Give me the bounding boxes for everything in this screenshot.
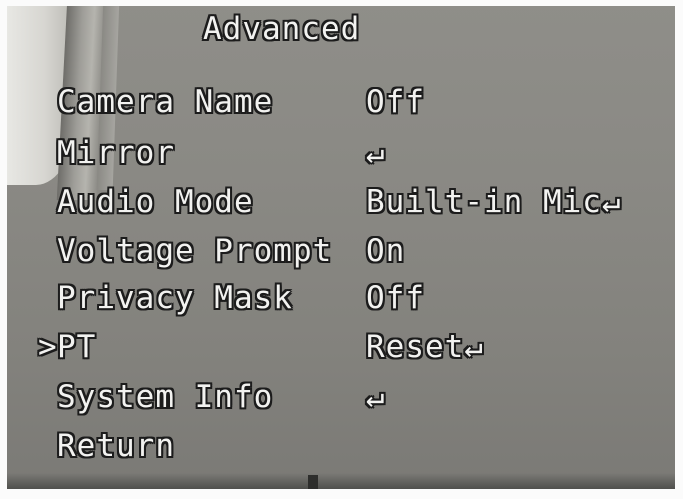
menu-item-system-info[interactable]: System Info ↵ xyxy=(0,380,683,420)
frame-border-right xyxy=(675,0,683,499)
camera-feed: Advanced Camera Name Off Mirror ↵ Audio … xyxy=(0,0,683,499)
menu-item-pt[interactable]: > PT Reset↵ xyxy=(0,330,683,370)
enter-icon: ↵ xyxy=(366,379,386,415)
menu-title: Advanced xyxy=(203,11,361,47)
frame-border-left xyxy=(0,0,7,499)
menu-item-value: Built-in Mic↵ xyxy=(366,184,622,220)
menu-item-audio-mode[interactable]: Audio Mode Built-in Mic↵ xyxy=(0,185,683,225)
menu-item-label: Mirror xyxy=(57,135,175,171)
menu-item-value: On xyxy=(366,233,406,269)
menu-item-mirror[interactable]: Mirror ↵ xyxy=(0,136,683,176)
menu-item-return[interactable]: Return xyxy=(0,429,683,469)
menu-item-value: Reset↵ xyxy=(366,329,484,365)
menu-item-camera-name[interactable]: Camera Name Off xyxy=(0,85,683,125)
menu-item-label: System Info xyxy=(57,379,274,415)
menu-item-value: Off xyxy=(366,84,425,120)
menu-item-label: Camera Name xyxy=(57,84,274,120)
frame-border-top xyxy=(0,0,683,6)
menu-item-label: Privacy Mask xyxy=(57,280,293,316)
menu-item-label: Audio Mode xyxy=(57,184,254,220)
menu-item-label: Return xyxy=(57,428,175,464)
menu-item-privacy-mask[interactable]: Privacy Mask Off xyxy=(0,281,683,321)
menu-item-label: PT xyxy=(57,329,97,365)
selection-cursor-icon: > xyxy=(38,329,58,365)
enter-icon: ↵ xyxy=(366,135,386,171)
menu-item-voltage-prompt[interactable]: Voltage Prompt On xyxy=(0,234,683,274)
menu-item-value: Off xyxy=(366,280,425,316)
frame-border-bottom xyxy=(0,489,683,499)
menu-item-label: Voltage Prompt xyxy=(57,233,333,269)
